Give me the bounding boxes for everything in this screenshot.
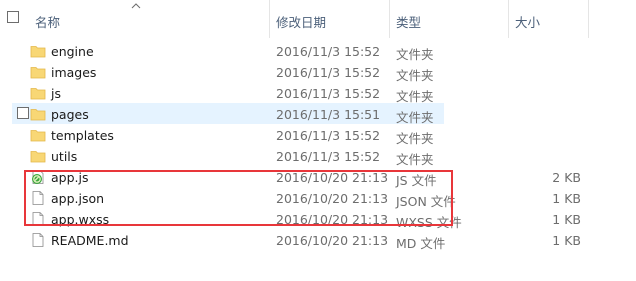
file-name: utils	[51, 149, 78, 164]
file-size: 1 KB	[552, 212, 581, 227]
file-icon	[32, 233, 44, 247]
file-name: js	[51, 86, 61, 101]
highlight-annotation-box	[24, 170, 453, 226]
column-divider[interactable]	[269, 0, 270, 38]
file-name: images	[51, 65, 97, 80]
file-modified: 2016/11/3 15:52	[276, 44, 381, 59]
list-item[interactable]: utils 2016/11/3 15:52 文件夹	[0, 145, 636, 167]
folder-icon	[30, 88, 46, 100]
column-divider[interactable]	[508, 0, 509, 38]
file-name: templates	[51, 128, 114, 143]
folder-icon	[30, 67, 46, 79]
column-header-modified[interactable]: 修改日期	[276, 12, 326, 31]
column-header-name[interactable]: 名称	[35, 12, 60, 31]
file-name: README.md	[51, 233, 129, 248]
file-size: 2 KB	[552, 170, 581, 185]
folder-icon	[30, 130, 46, 142]
file-modified: 2016/11/3 15:52	[276, 149, 381, 164]
column-header-bar: 名称 修改日期 类型 大小	[0, 0, 636, 38]
file-modified: 2016/11/3 15:52	[276, 86, 381, 101]
column-divider[interactable]	[588, 0, 589, 38]
file-modified: 2016/11/3 15:51	[276, 107, 381, 122]
select-all-checkbox[interactable]	[7, 11, 19, 23]
file-modified: 2016/11/3 15:52	[276, 65, 381, 80]
file-modified: 2016/11/3 15:52	[276, 128, 381, 143]
file-size: 1 KB	[552, 233, 581, 248]
column-header-type[interactable]: 类型	[396, 12, 421, 31]
sort-ascending-icon	[131, 3, 141, 9]
file-name: pages	[51, 107, 89, 122]
folder-icon	[30, 109, 46, 121]
file-modified: 2016/10/20 21:13	[276, 233, 389, 248]
folder-icon	[30, 151, 46, 163]
file-size: 1 KB	[552, 191, 581, 206]
list-item[interactable]: images 2016/11/3 15:52 文件夹	[0, 61, 636, 83]
row-checkbox[interactable]	[17, 107, 29, 119]
list-item[interactable]: README.md 2016/10/20 21:13 MD 文件 1 KB	[0, 229, 636, 251]
list-item[interactable]: engine 2016/11/3 15:52 文件夹	[0, 40, 636, 62]
column-header-size[interactable]: 大小	[515, 12, 540, 31]
folder-icon	[30, 46, 46, 58]
file-name: engine	[51, 44, 94, 59]
list-item-selected[interactable]: pages 2016/11/3 15:51 文件夹	[12, 103, 444, 125]
list-item[interactable]: js 2016/11/3 15:52 文件夹	[0, 82, 636, 104]
list-item[interactable]: templates 2016/11/3 15:52 文件夹	[0, 124, 636, 146]
column-divider[interactable]	[389, 0, 390, 38]
file-type: MD 文件	[396, 236, 446, 251]
